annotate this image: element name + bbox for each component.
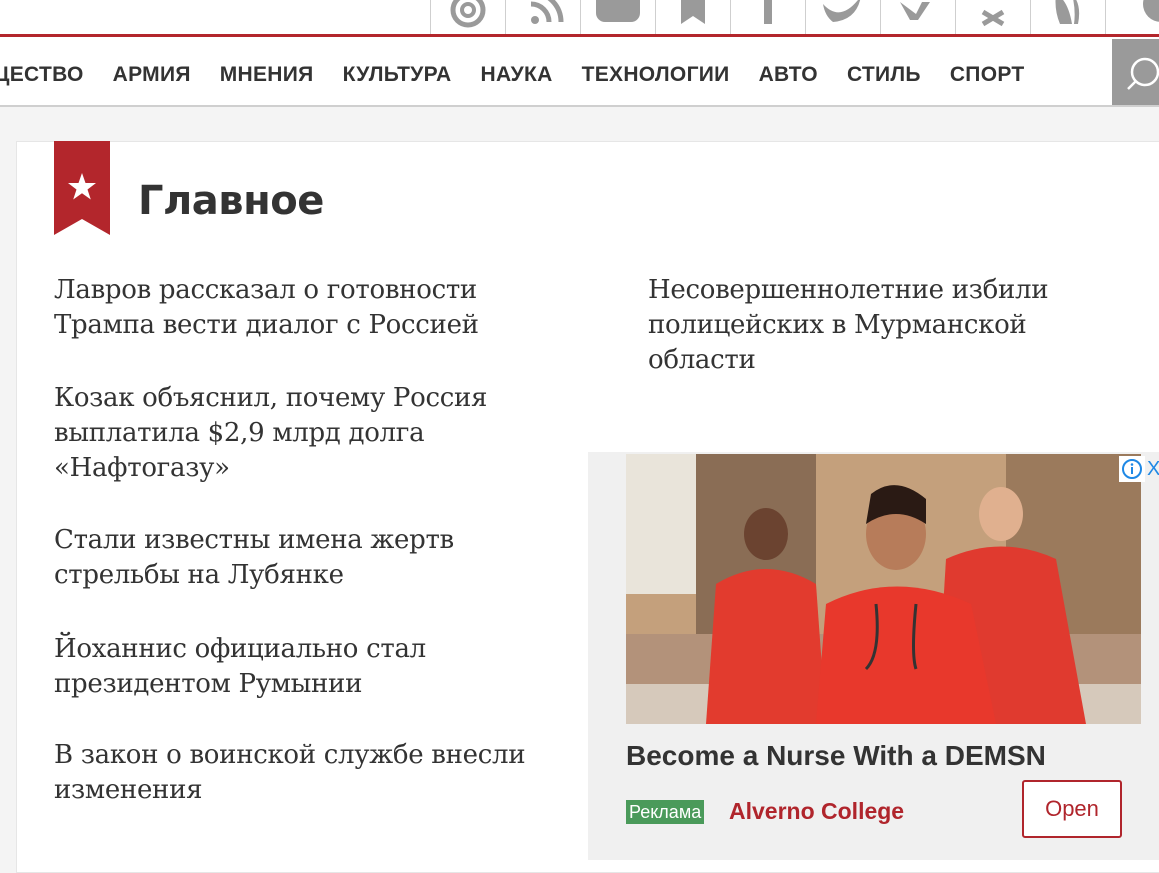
headline-link[interactable]: Лавров рассказал о готовности Трампа вес… <box>54 273 574 343</box>
star-icon <box>54 141 110 235</box>
email-icon[interactable] <box>430 0 505 34</box>
ad-advertiser[interactable]: Alverno College <box>729 798 904 825</box>
vk-icon[interactable] <box>880 0 955 34</box>
facebook-icon[interactable] <box>730 0 805 34</box>
headline-link[interactable]: Йоханнис официально стал президентом Рум… <box>54 632 574 702</box>
social-network-icon[interactable] <box>1105 0 1159 34</box>
nav-item[interactable]: НАУКА <box>481 63 553 87</box>
rss-icon[interactable] <box>505 0 580 34</box>
youtube-icon[interactable] <box>580 0 655 34</box>
nav-item[interactable]: СПОРТ <box>950 63 1025 87</box>
ad-image[interactable] <box>626 454 1141 724</box>
nav-items: ЩЕСТВО АРМИЯ МНЕНИЯ КУЛЬТУРА НАУКА ТЕХНОЛОГИИ… <box>0 63 1054 87</box>
ad-open-button[interactable]: Open <box>1022 780 1122 838</box>
ad-label-badge: Реклама <box>626 800 705 824</box>
ad-info-icon[interactable] <box>1119 456 1145 482</box>
nav-item[interactable]: ЩЕСТВО <box>0 63 84 87</box>
nav-item[interactable]: КУЛЬТУРА <box>343 63 452 87</box>
headline-link[interactable]: В закон о воинской службе внесли изменен… <box>54 738 574 808</box>
ad-close-icon[interactable]: X <box>1147 456 1159 482</box>
social-bar <box>0 0 1159 36</box>
headline-link[interactable]: Несовершеннолетние избили полицейских в … <box>648 273 1088 378</box>
ad-banner[interactable]: X Become a Nurse With a DEMSN Реклама Al… <box>588 452 1159 860</box>
nav-item[interactable]: СТИЛЬ <box>847 63 921 87</box>
search-icon <box>1127 57 1159 90</box>
nav-item[interactable]: АРМИЯ <box>113 63 191 87</box>
headline-link[interactable]: Козак объяснил, почему Россия выплатила … <box>54 381 574 486</box>
section-title: Главное <box>138 178 324 224</box>
headline-link[interactable]: Стали известны имена жертв стрельбы на Л… <box>54 523 574 593</box>
bookmark-icon[interactable] <box>655 0 730 34</box>
nav-item[interactable]: ТЕХНОЛОГИИ <box>582 63 730 87</box>
ad-title[interactable]: Become a Nurse With a DEMSN <box>626 740 1046 772</box>
nav-item[interactable]: АВТО <box>759 63 818 87</box>
flame-icon[interactable] <box>1030 0 1105 34</box>
odnoklassniki-icon[interactable] <box>955 0 1030 34</box>
search-button[interactable] <box>1112 39 1159 105</box>
nav-item[interactable]: МНЕНИЯ <box>220 63 314 87</box>
main-nav: ЩЕСТВО АРМИЯ МНЕНИЯ КУЛЬТУРА НАУКА ТЕХНОЛОГИИ… <box>0 37 1159 107</box>
twitter-icon[interactable] <box>805 0 880 34</box>
